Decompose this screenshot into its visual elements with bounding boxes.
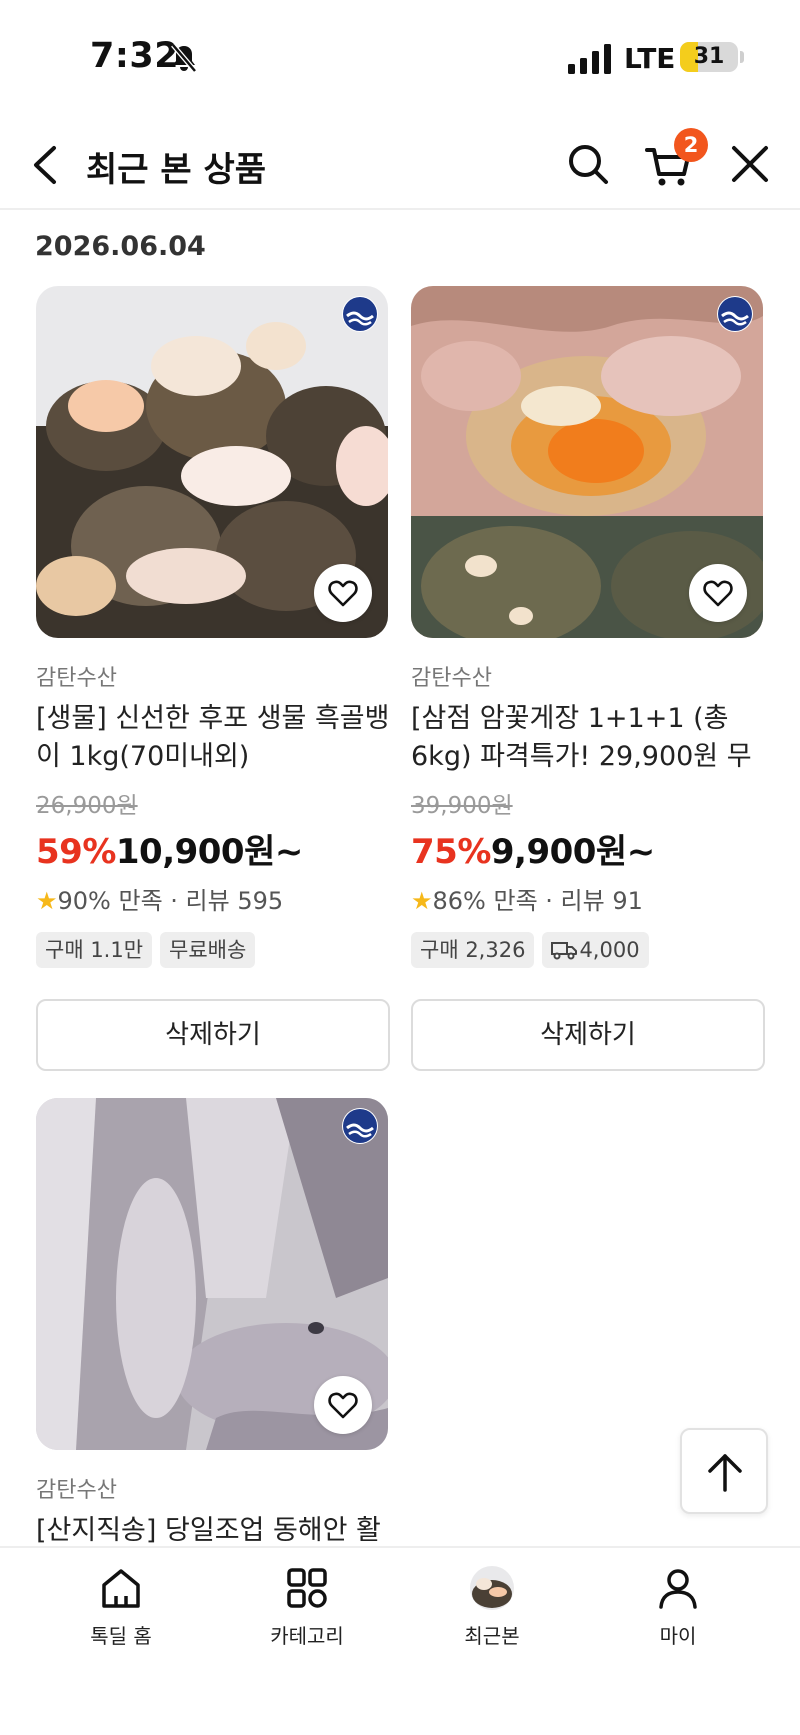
tag-list: 구매 1.1만 무료배송	[36, 932, 390, 968]
close-icon[interactable]	[728, 142, 772, 186]
shipping-fee-tag: 4,000	[542, 932, 649, 968]
nav-label: 최근본	[464, 1624, 520, 1648]
app-root: 7:32 LTE 31 최근 본 상품 2 2026.06.04 감탄수산 [생…	[0, 0, 800, 1735]
nav-item-category[interactable]: 카테고리	[237, 1566, 377, 1656]
wishlist-heart-button[interactable]	[689, 564, 747, 622]
network-type: LTE	[624, 42, 676, 75]
wishlist-heart-button[interactable]	[314, 1376, 372, 1434]
rating-row: ★86% 만족 · 리뷰 91	[411, 881, 765, 916]
brand-logo-icon	[342, 1108, 378, 1144]
satisfaction-rate: 90% 만족	[57, 887, 163, 915]
page-title: 최근 본 상품	[86, 150, 267, 190]
price-row: 75%9,900원~	[411, 824, 765, 873]
nav-item-my[interactable]: 마이	[608, 1566, 748, 1656]
bottom-navigation: 톡딜 홈 카테고리 최근본 마이	[0, 1546, 800, 1735]
free-shipping-tag: 무료배송	[160, 932, 256, 968]
seller-name: 감탄수산	[36, 666, 117, 691]
tag-list: 구매 2,326 4,000	[411, 932, 765, 968]
delete-button[interactable]: 삭제하기	[36, 999, 390, 1071]
seller-name: 감탄수산	[36, 1478, 117, 1503]
nav-label: 톡딜 홈	[90, 1624, 152, 1648]
product-card[interactable]: 감탄수산 [산지직송] 당일조업 동해안 활	[36, 1098, 390, 1588]
arrow-up-icon	[708, 1454, 742, 1492]
battery-percent: 31	[693, 44, 725, 69]
product-title[interactable]: [삼점 암꽃게장 1+1+1 (총6kg) 파격특가! 29,900원 무료배송…	[411, 700, 765, 776]
discount-rate: 59%	[36, 832, 116, 872]
viewed-date-label: 2026.06.04	[35, 231, 206, 262]
battery-icon: 31	[680, 42, 738, 72]
heart-icon	[328, 580, 358, 607]
delete-button[interactable]: 삭제하기	[411, 999, 765, 1071]
cellular-signal-icon	[568, 44, 611, 74]
status-bar: 7:32 LTE 31	[0, 0, 800, 120]
category-grid-icon	[287, 1568, 327, 1608]
battery-tip	[740, 51, 744, 63]
shipping-fee: 4,000	[579, 938, 640, 962]
product-image[interactable]	[36, 286, 388, 638]
product-card[interactable]: 감탄수산 [삼점 암꽃게장 1+1+1 (총6kg) 파격특가! 29,900원…	[411, 286, 765, 1071]
sale-price: 9,900원~	[490, 832, 655, 872]
back-arrow-icon[interactable]	[26, 142, 66, 188]
status-time: 7:32	[90, 36, 180, 76]
search-icon[interactable]	[566, 142, 610, 186]
product-image[interactable]	[411, 286, 763, 638]
home-icon	[102, 1569, 140, 1608]
heart-icon	[703, 580, 733, 607]
satisfaction-rate: 86% 만족	[432, 887, 538, 915]
bell-muted-icon	[171, 43, 197, 73]
purchase-count-tag: 구매 2,326	[411, 932, 535, 968]
nav-item-home[interactable]: 톡딜 홈	[51, 1566, 191, 1656]
scroll-to-top-button[interactable]	[680, 1428, 768, 1514]
sale-price: 10,900원~	[115, 832, 303, 872]
nav-label: 카테고리	[270, 1624, 344, 1648]
person-icon	[659, 1569, 697, 1609]
delivery-truck-icon	[551, 942, 578, 960]
price-row: 59%10,900원~	[36, 824, 390, 873]
original-price: 26,900원	[36, 793, 138, 819]
star-icon: ★	[36, 887, 58, 915]
seller-name: 감탄수산	[411, 666, 492, 691]
brand-logo-icon	[717, 296, 753, 332]
nav-item-recent[interactable]: 최근본	[422, 1566, 562, 1656]
purchase-count-tag: 구매 1.1만	[36, 932, 153, 968]
rating-row: ★90% 만족 · 리뷰 595	[36, 881, 390, 916]
brand-logo-icon	[342, 296, 378, 332]
discount-rate: 75%	[411, 832, 491, 872]
review-count: · 리뷰 91	[545, 887, 643, 915]
nav-label: 마이	[659, 1624, 697, 1648]
star-icon: ★	[411, 887, 433, 915]
product-image[interactable]	[36, 1098, 388, 1450]
product-title[interactable]: [생물] 신선한 후포 생물 흑골뱅이 1kg(70미내외)	[36, 700, 390, 776]
heart-icon	[328, 1392, 358, 1419]
original-price: 39,900원	[411, 793, 513, 819]
wishlist-heart-button[interactable]	[314, 564, 372, 622]
review-count: · 리뷰 595	[170, 887, 284, 915]
recent-thumbnail	[470, 1566, 514, 1610]
cart-count-badge: 2	[674, 128, 708, 162]
product-card[interactable]: 감탄수산 [생물] 신선한 후포 생물 흑골뱅이 1kg(70미내외) 26,9…	[36, 286, 390, 1071]
